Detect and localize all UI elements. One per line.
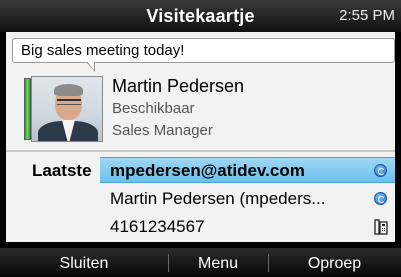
- presence-indicator: [24, 78, 31, 140]
- avatar-glasses: [57, 99, 81, 105]
- phone-icon: [374, 219, 388, 235]
- clock: 2:55 PM: [339, 7, 395, 24]
- bubble-tail-fill: [87, 61, 94, 70]
- softkey-bar: Sluiten Menu Oproep: [0, 248, 401, 277]
- presence-icon: [374, 192, 387, 205]
- detail-row-value: 4161234567: [110, 217, 205, 236]
- softkey-menu[interactable]: Menu: [168, 255, 268, 273]
- details-label: Laatste: [32, 161, 92, 180]
- detail-row-im[interactable]: Martin Pedersen (mpeders...: [100, 186, 395, 212]
- avatar-hair: [54, 84, 83, 96]
- status-message-bubble: Big sales meeting today!: [12, 38, 395, 63]
- softkey-call[interactable]: Oproep: [268, 255, 401, 273]
- presence-icon: [374, 164, 387, 177]
- contact-name: Martin Pedersen: [112, 76, 245, 96]
- contact-availability: Beschikbaar: [112, 100, 195, 117]
- title-bar: Visitekaartje 2:55 PM: [0, 0, 401, 32]
- detail-row-phone[interactable]: 4161234567: [100, 214, 395, 240]
- avatar: [31, 76, 103, 142]
- detail-row-value: mpedersen@atidev.com: [110, 161, 305, 180]
- softkey-close[interactable]: Sluiten: [0, 255, 168, 273]
- contact-job-title: Sales Manager: [112, 122, 213, 139]
- detail-row-value: Martin Pedersen (mpeders...: [110, 189, 326, 208]
- divider: [6, 150, 395, 152]
- detail-row-email[interactable]: mpedersen@atidev.com: [100, 157, 395, 183]
